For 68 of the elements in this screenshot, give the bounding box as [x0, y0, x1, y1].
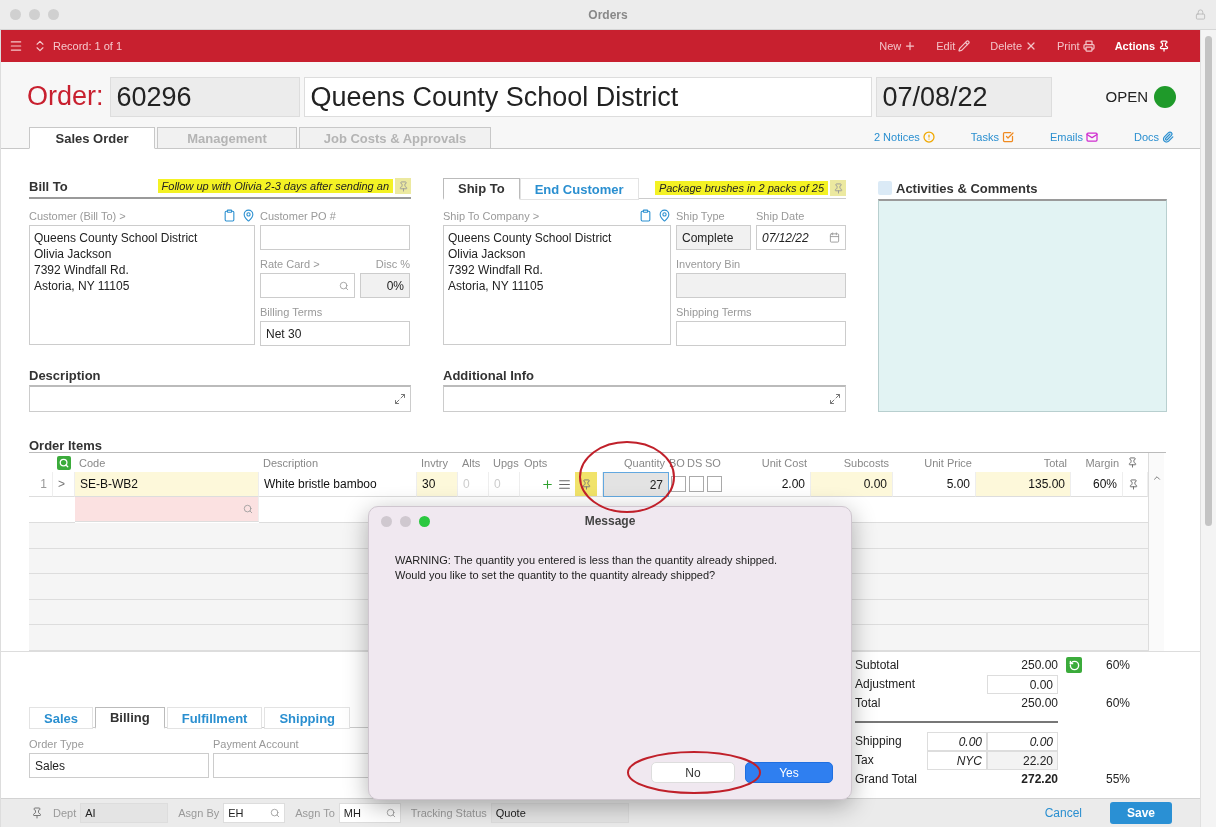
- totals-label: Tax: [855, 753, 875, 768]
- dialog-message: WARNING: The quantity you entered is less than the quantity already shipped. Would you like to set the quantity to the quantity already shipped?: [395, 553, 779, 583]
- totals-label: Grand Total: [855, 772, 918, 787]
- record-counter: Record: 1 of 1: [53, 39, 123, 52]
- address-line: 7392 Windfall Rd.: [34, 262, 130, 279]
- column-header: Code: [78, 455, 107, 471]
- grand-total-value: 272.20: [1020, 772, 1058, 787]
- totals-label: Total: [855, 696, 882, 711]
- margin-value: 55%: [1104, 772, 1130, 787]
- field-label: Ship Type: [676, 209, 725, 222]
- dialog-title: Message: [583, 514, 637, 528]
- field-label: Customer (Bill To) >: [29, 209, 126, 222]
- margin-value: 60%: [1104, 658, 1130, 673]
- section-title: Bill To: [29, 179, 68, 197]
- sticky-note: Package brushes in 2 packs of 25: [654, 181, 828, 196]
- address-line: Astoria, NY 11105: [448, 278, 545, 295]
- field-label: Description: [29, 368, 102, 386]
- table-cell: 30: [417, 472, 458, 498]
- column-header: DS: [687, 455, 704, 471]
- sticky-note: Follow up with Olivia 2-3 days after sending an: [157, 179, 393, 194]
- table-cell: 60%: [1071, 472, 1123, 498]
- field-label: Customer PO #: [260, 209, 336, 222]
- column-header: SO: [705, 455, 722, 471]
- column-header: Margin: [1084, 455, 1120, 471]
- column-header: Invtry: [420, 455, 449, 471]
- row-number: 1: [29, 472, 53, 498]
- totals-value: 250.00: [1020, 696, 1058, 711]
- totals-label: Shipping: [855, 734, 903, 749]
- field-label: Shipping Terms: [676, 305, 752, 318]
- column-header: Quantity: [623, 455, 666, 471]
- field-label: Asgn By: [178, 807, 220, 820]
- window-title: Orders: [587, 7, 629, 22]
- field-label: Rate Card >: [260, 257, 320, 270]
- field-label: Ship Date: [756, 209, 805, 222]
- table-cell: 0.00: [811, 472, 893, 498]
- field-label: Billing Terms: [260, 305, 323, 318]
- section-title: Activities & Comments: [896, 180, 1038, 196]
- address-line: 7392 Windfall Rd.: [448, 262, 544, 279]
- column-header: Description: [262, 455, 320, 471]
- field-label: Ship To Company >: [443, 209, 540, 222]
- field-label: Dept: [53, 807, 77, 820]
- totals-value: 250.00: [1020, 658, 1058, 673]
- address-line: Olivia Jackson: [34, 246, 113, 263]
- field-label: Disc %: [375, 257, 410, 270]
- address-line: Astoria, NY 11105: [34, 278, 131, 295]
- table-cell: 135.00: [976, 472, 1071, 498]
- field-label: Order Type: [29, 737, 84, 750]
- column-header: Opts: [523, 455, 549, 471]
- order-label: Order:: [27, 81, 104, 113]
- field-label: Tracking Status: [410, 807, 487, 820]
- margin-value: 60%: [1104, 696, 1130, 711]
- order-status: OPEN: [1105, 88, 1148, 106]
- field-label: Asgn To: [295, 807, 335, 820]
- field-label: Inventory Bin: [676, 257, 741, 270]
- column-header: Subcosts: [842, 455, 890, 471]
- column-header: Alts: [461, 455, 482, 471]
- totals-label: Subtotal: [855, 658, 901, 673]
- column-header: Unit Price: [923, 455, 973, 471]
- section-title: Order Items: [29, 438, 102, 456]
- address-line: Queens County School District: [448, 230, 613, 247]
- field-label: Additional Info: [443, 368, 535, 386]
- column-header: Total: [1042, 455, 1068, 471]
- column-header: Unit Cost: [760, 455, 808, 471]
- address-line: Olivia Jackson: [448, 246, 527, 263]
- address-line: Queens County School District: [34, 230, 199, 247]
- field-label: Payment Account: [213, 737, 299, 750]
- column-header: Upgs: [492, 455, 520, 471]
- totals-label: Adjustment: [855, 677, 917, 692]
